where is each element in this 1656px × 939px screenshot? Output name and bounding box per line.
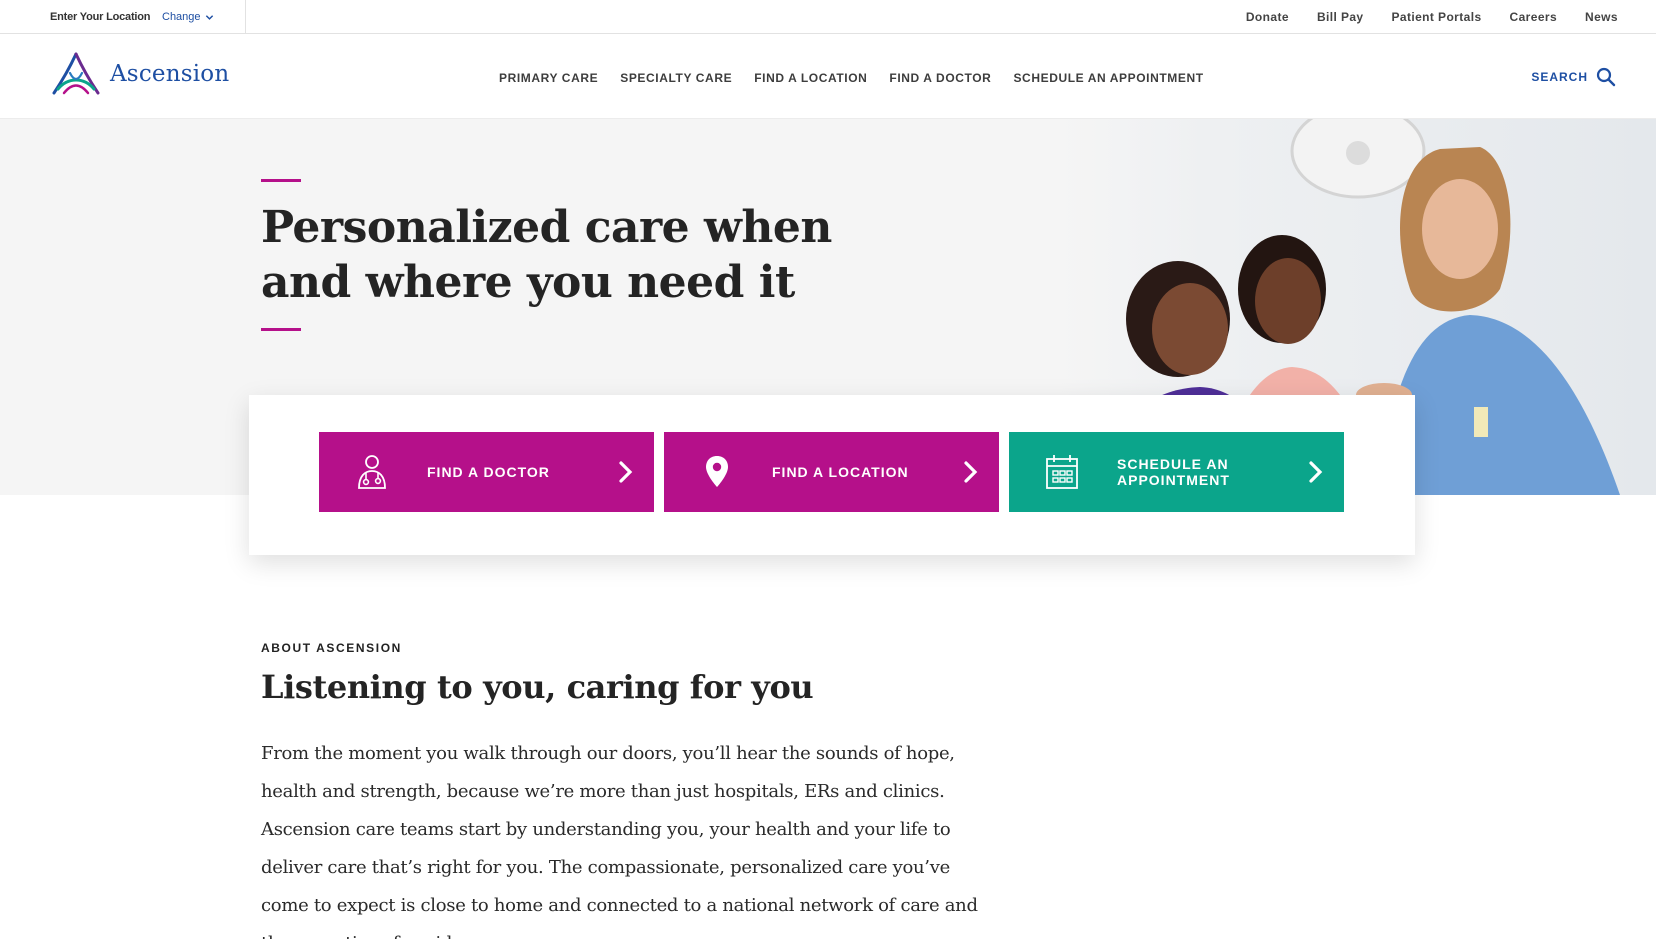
nav-primary-care[interactable]: PRIMARY CARE — [499, 71, 598, 85]
news-link[interactable]: News — [1585, 10, 1618, 24]
careers-link[interactable]: Careers — [1510, 10, 1558, 24]
location-pin-icon — [706, 456, 728, 487]
chevron-right-icon — [1309, 461, 1323, 483]
donate-link[interactable]: Donate — [1246, 10, 1289, 24]
search-button[interactable]: SEARCH — [1531, 67, 1616, 87]
find-a-doctor-button[interactable]: FIND A DOCTOR — [319, 432, 654, 512]
calendar-icon — [1046, 455, 1078, 489]
schedule-appointment-button[interactable]: SCHEDULE AN APPOINTMENT — [1009, 432, 1344, 512]
patient-portals-link[interactable]: Patient Portals — [1392, 10, 1482, 24]
search-icon — [1596, 67, 1616, 87]
change-location-label: Change — [162, 11, 201, 23]
find-a-location-label: FIND A LOCATION — [772, 464, 909, 480]
nav-schedule-appointment[interactable]: SCHEDULE AN APPOINTMENT — [1013, 71, 1203, 85]
cta-card: FIND A DOCTOR FIND A LOCATION SCHEDULE A — [249, 395, 1415, 555]
chevron-right-icon — [964, 461, 978, 483]
utility-bar: Enter Your Location Change Donate Bill P… — [0, 0, 1656, 34]
doctor-icon — [358, 455, 386, 489]
utility-links: Donate Bill Pay Patient Portals Careers … — [1246, 10, 1618, 24]
schedule-label-line2: APPOINTMENT — [1117, 472, 1230, 488]
accent-line-bottom — [261, 328, 301, 331]
nav-specialty-care[interactable]: SPECIALTY CARE — [620, 71, 732, 85]
change-location-link[interactable]: Change — [162, 11, 214, 23]
chevron-down-icon — [205, 14, 213, 20]
ascension-logo-icon — [52, 52, 100, 95]
location-label: Enter Your Location — [50, 11, 151, 23]
search-label: SEARCH — [1531, 70, 1588, 84]
nav-find-a-doctor[interactable]: FIND A DOCTOR — [889, 71, 991, 85]
find-a-doctor-label: FIND A DOCTOR — [427, 464, 550, 480]
brand-logo[interactable]: Ascension — [50, 51, 229, 97]
bill-pay-link[interactable]: Bill Pay — [1317, 10, 1364, 24]
main-header: Ascension PRIMARY CARE SPECIALTY CARE FI… — [0, 35, 1656, 119]
about-eyebrow: ABOUT ASCENSION — [261, 641, 402, 655]
find-a-location-button[interactable]: FIND A LOCATION — [664, 432, 999, 512]
nav-find-a-location[interactable]: FIND A LOCATION — [754, 71, 867, 85]
about-body: From the moment you walk through our doo… — [261, 743, 978, 939]
hero-title: Personalized care when and where you nee… — [261, 202, 832, 308]
location-selector: Enter Your Location Change — [0, 0, 246, 34]
accent-line-top — [261, 179, 301, 182]
primary-nav: PRIMARY CARE SPECIALTY CARE FIND A LOCAT… — [499, 71, 1204, 85]
chevron-right-icon — [619, 461, 633, 483]
about-title: Listening to you, caring for you — [261, 668, 814, 706]
schedule-label-line1: SCHEDULE AN — [1117, 456, 1229, 472]
brand-name: Ascension — [110, 61, 230, 87]
schedule-appointment-label: SCHEDULE AN APPOINTMENT — [1117, 456, 1287, 488]
